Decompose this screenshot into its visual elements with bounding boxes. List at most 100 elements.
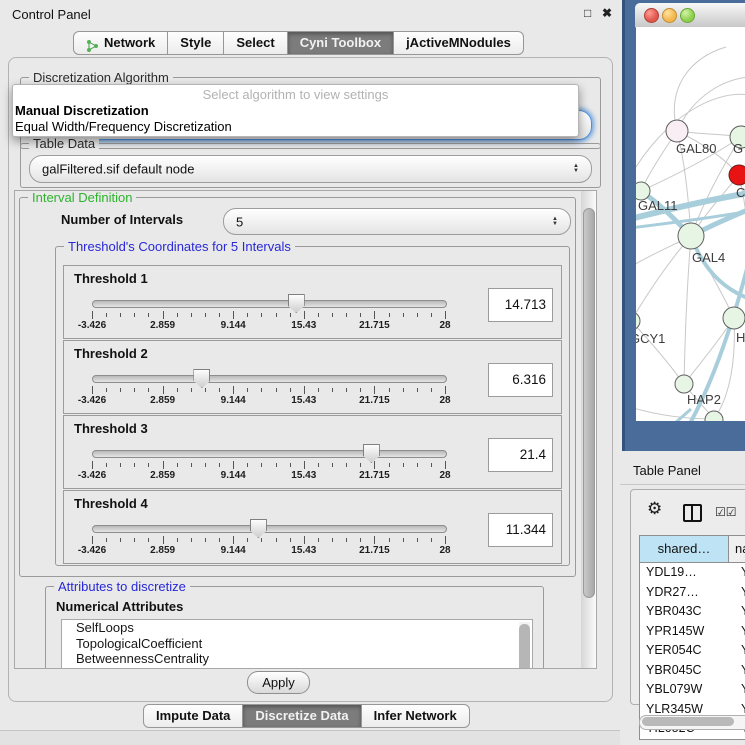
network-node[interactable] [705, 411, 723, 421]
tab-label: Discretize Data [255, 705, 348, 727]
network-node-hap2[interactable] [675, 375, 693, 393]
tick-label: 2.859 [150, 395, 175, 406]
cell-name[interactable]: YBR0 [735, 602, 745, 622]
group-title: Threshold's Coordinates for 5 Intervals [64, 239, 295, 254]
attribute-list-item[interactable]: BetweennessCentrality [62, 651, 532, 667]
table-row[interactable]: YBL079WYBL0 [640, 680, 745, 700]
tab-cyni-toolbox[interactable]: Cyni Toolbox [288, 31, 394, 55]
slider-track[interactable] [92, 525, 447, 533]
table-panel-inner: ⚙ ☑☑ shared… na YDL19…YDL1YDR27…YDR2YBR0… [630, 489, 745, 705]
threshold-3-slider[interactable]: -3.4262.8599.14415.4321.71528 [92, 448, 445, 484]
table-row[interactable]: YBR045CYBR0 [640, 661, 745, 681]
scrollbar-thumb[interactable] [519, 624, 530, 669]
close-traffic-light-icon[interactable] [644, 8, 659, 23]
bottom-tabbar: Impute Data Discretize Data Infer Networ… [143, 704, 470, 728]
network-node-gal80[interactable] [666, 120, 688, 142]
table-row[interactable]: YER054CYER0 [640, 641, 745, 661]
cell-shared-name[interactable]: YPR145W [640, 622, 735, 642]
cell-shared-name[interactable]: YBR043C [640, 602, 735, 622]
threshold-label: Threshold 2 [74, 346, 148, 361]
tick-label: 21.715 [359, 395, 390, 406]
tick-label: 2.859 [150, 320, 175, 331]
threshold-value-field[interactable]: 14.713 [488, 288, 553, 322]
top-tabbar: Network Style Select Cyni Toolbox jActiv… [73, 31, 524, 55]
checkbox-icons[interactable]: ☑☑ [715, 505, 737, 519]
table-row[interactable]: YDL19…YDL1 [640, 563, 745, 583]
gear-icon[interactable]: ⚙ [647, 499, 662, 519]
tab-label: Network [104, 32, 155, 54]
tab-select[interactable]: Select [224, 31, 287, 55]
settings-vertical-scrollbar[interactable] [581, 190, 597, 669]
node-label: GAL4 [692, 250, 725, 265]
popup-item-manual-discretization[interactable]: Manual Discretization [13, 103, 578, 119]
attribute-list-item[interactable]: TopologicalCoefficient [62, 636, 532, 652]
cell-name[interactable]: YBL0 [735, 680, 745, 700]
threshold-4-box: Threshold 4 -3.4262.8599.14415.4321.7152… [63, 490, 562, 564]
threshold-1-slider[interactable]: -3.4262.8599.14415.4321.71528 [92, 298, 445, 334]
threshold-value-field[interactable]: 6.316 [488, 363, 553, 397]
slider-track[interactable] [92, 375, 447, 383]
attributes-group: Attributes to discretize Numerical Attri… [45, 586, 544, 669]
group-title: Table Data [29, 136, 99, 151]
cell-shared-name[interactable]: YBL079W [640, 680, 735, 700]
minimize-traffic-light-icon[interactable] [662, 8, 677, 23]
threshold-4-slider[interactable]: -3.4262.8599.14415.4321.71528 [92, 523, 445, 559]
numerical-attributes-label: Numerical Attributes [56, 599, 183, 614]
tab-jactivemnodules[interactable]: jActiveMNodules [394, 31, 524, 55]
table-row[interactable]: YPR145WYPR1 [640, 622, 745, 642]
cell-shared-name[interactable]: YBR045C [640, 661, 735, 681]
column-header-shared-name[interactable]: shared… [640, 536, 729, 562]
network-view-window[interactable]: GAL80GCGAL11GAL4GCY1HHAP2 [622, 0, 745, 451]
cell-shared-name[interactable]: YER054C [640, 641, 735, 661]
slider-track[interactable] [92, 450, 447, 458]
tab-label: Style [180, 32, 211, 54]
slider-ticks [92, 460, 445, 470]
tab-infer-network[interactable]: Infer Network [362, 704, 470, 728]
cell-name[interactable]: YDL1 [735, 563, 745, 583]
slider-track[interactable] [92, 300, 447, 308]
group-title: Discretization Algorithm [29, 70, 173, 85]
network-node-gcy1[interactable] [636, 312, 640, 330]
float-window-icon[interactable]: □ [584, 6, 591, 20]
tab-label: Infer Network [374, 705, 457, 727]
threshold-value-field[interactable]: 11.344 [488, 513, 553, 547]
table-row[interactable]: YBR043CYBR0 [640, 602, 745, 622]
tab-style[interactable]: Style [168, 31, 224, 55]
close-panel-icon[interactable]: ✖ [602, 6, 612, 20]
column-header-name[interactable]: na [729, 536, 745, 562]
tick-label: 9.144 [221, 470, 246, 481]
cell-name[interactable]: YDR2 [735, 583, 745, 603]
number-of-intervals-combobox[interactable]: 5 ▲▼ [223, 208, 571, 235]
cell-name[interactable]: YBR0 [735, 661, 745, 681]
threshold-2-slider[interactable]: -3.4262.8599.14415.4321.71528 [92, 373, 445, 409]
scrollbar-thumb[interactable] [642, 717, 734, 726]
node-label: GAL80 [676, 141, 716, 156]
slider-ticks [92, 310, 445, 320]
attribute-list-item[interactable]: SelfLoops [62, 620, 532, 636]
threshold-value-field[interactable]: 21.4 [488, 438, 553, 472]
tab-network[interactable]: Network [73, 31, 168, 55]
network-node-h[interactable] [723, 307, 745, 329]
cell-shared-name[interactable]: YDL19… [640, 563, 735, 583]
network-window-titlebar[interactable] [635, 3, 745, 28]
attributes-list-scrollbar[interactable] [519, 622, 530, 669]
tab-discretize-data[interactable]: Discretize Data [243, 704, 361, 728]
popup-item-equal-width-frequency[interactable]: Equal Width/Frequency Discretization [13, 119, 578, 135]
node-label: GCY1 [636, 331, 665, 346]
threshold-label: Threshold 1 [74, 271, 148, 286]
network-node-gal4[interactable] [678, 223, 704, 249]
tab-impute-data[interactable]: Impute Data [143, 704, 243, 728]
scrollbar-thumb[interactable] [583, 208, 595, 598]
apply-button[interactable]: Apply [247, 671, 310, 694]
combo-stepper-icon: ▲▼ [573, 164, 579, 174]
table-row[interactable]: YDR27…YDR2 [640, 583, 745, 603]
network-canvas[interactable]: GAL80GCGAL11GAL4GCY1HHAP2 [636, 27, 745, 421]
network-node-c[interactable] [729, 165, 745, 185]
table-horizontal-scrollbar[interactable] [639, 715, 745, 730]
table-data-combobox[interactable]: galFiltered.sif default node ▲▼ [29, 155, 592, 183]
zoom-traffic-light-icon[interactable] [680, 8, 695, 23]
cell-name[interactable]: YPR1 [735, 622, 745, 642]
cell-name[interactable]: YER0 [735, 641, 745, 661]
split-columns-icon[interactable] [683, 504, 702, 522]
cell-shared-name[interactable]: YDR27… [640, 583, 735, 603]
